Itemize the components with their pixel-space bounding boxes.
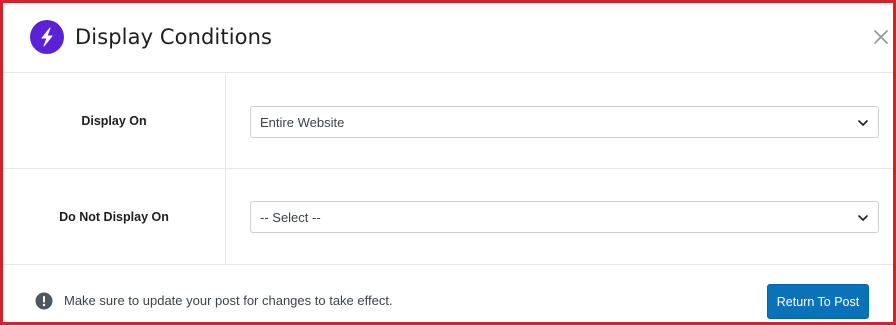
close-icon[interactable] (869, 25, 893, 49)
do-not-display-on-label: Do Not Display On (3, 169, 226, 264)
display-on-selected-value: Entire Website (260, 114, 345, 130)
display-on-select[interactable]: Entire Website (250, 106, 879, 138)
display-on-label: Display On (3, 74, 226, 168)
do-not-display-on-row: Do Not Display On -- Select -- (3, 169, 893, 265)
chevron-down-icon (858, 120, 868, 126)
dialog-header: Display Conditions (3, 3, 893, 73)
do-not-display-on-selected-value: -- Select -- (260, 209, 321, 225)
dialog-footer: Make sure to update your post for change… (3, 265, 893, 325)
info-icon (35, 292, 53, 310)
display-on-row: Display On Entire Website (3, 74, 893, 169)
chevron-down-icon (858, 215, 868, 221)
do-not-display-on-select[interactable]: -- Select -- (250, 201, 879, 233)
dialog-title: Display Conditions (75, 25, 273, 49)
footer-notice: Make sure to update your post for change… (64, 293, 393, 308)
spectra-logo-icon (30, 20, 64, 54)
return-to-post-button[interactable]: Return To Post (767, 284, 869, 319)
display-conditions-dialog: Display Conditions Display On Entire Web… (0, 0, 896, 325)
